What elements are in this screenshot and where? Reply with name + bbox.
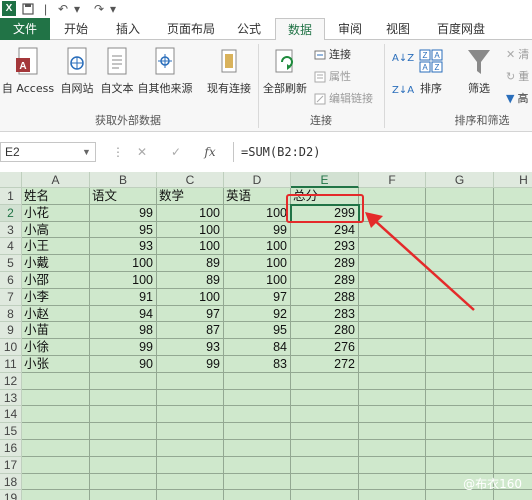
reapply-icon: ↻ [506,70,516,83]
clear-filter-button[interactable]: ✕ 清 [506,46,529,64]
separator-icon: | [44,2,48,16]
name-box-dropdown-icon[interactable]: ▼ [82,143,91,161]
refresh-all-button[interactable]: 全部刷新 [262,46,308,96]
from-access-button[interactable]: A 自 Access [0,46,56,96]
sort-filter-group-label: 排序和筛选 [454,114,510,127]
sort-ascending-icon[interactable]: A↓Z [392,50,414,68]
tab-page-layout[interactable]: 页面布局 [158,18,224,40]
from-access-label: 自 Access [1,82,55,95]
from-text-button[interactable]: 自文本 [98,46,136,96]
from-other-sources-label: 自其他来源 [137,82,193,95]
group-separator [258,44,259,128]
svg-text:A: A [422,63,428,72]
tab-file[interactable]: 文件 [0,18,50,40]
clear-icon: ✕ [506,48,516,61]
sort-label: 排序 [420,82,442,95]
tab-formulas[interactable]: 公式 [228,18,270,40]
advanced-label: 高 [517,92,529,105]
redo-icon[interactable]: ↷ [94,0,104,18]
refresh-icon [275,49,293,73]
filter-funnel-icon [468,50,490,74]
svg-text:Z: Z [423,51,428,60]
connections-button[interactable]: 连接 [314,46,351,64]
existing-connections-label: 现有连接 [207,82,251,95]
sort-descending-icon[interactable]: Z↓A [392,82,414,100]
redo-dropdown-icon[interactable]: ▾ [110,0,116,18]
advanced-filter-icon: ▼ [506,92,515,105]
properties-label: 属性 [329,70,351,83]
filter-button[interactable]: 筛选 [462,46,496,96]
svg-text:A: A [434,51,440,60]
group-separator [384,44,385,128]
edit-links-label: 编辑链接 [329,92,373,105]
save-icon[interactable] [22,0,34,18]
sort-icon: Z AA Z [419,49,443,73]
from-text-label: 自文本 [100,82,134,95]
reapply-label: 重 [518,70,530,83]
edit-links-icon [314,93,326,105]
connections-group-label: 连接 [310,114,332,127]
ribbon-tabs: 文件 开始 插入 页面布局 公式 数据 审阅 视图 百度网盘 [0,18,532,41]
confirm-formula-icon[interactable]: ✓ [166,142,186,162]
tab-insert[interactable]: 插入 [104,18,152,40]
tab-data[interactable]: 数据 [275,18,325,41]
text-file-icon [107,47,127,75]
annotation-arrow-icon [365,212,475,311]
advanced-filter-button[interactable]: ▼ 高 [506,90,528,108]
other-sources-icon [155,47,175,75]
reapply-filter-button[interactable]: ↻ 重 [506,68,529,86]
filter-label: 筛选 [468,82,490,95]
tab-home[interactable]: 开始 [54,18,98,40]
properties-button[interactable]: 属性 [314,68,351,86]
annotation-arrow-shaft [372,218,475,311]
web-icon [67,47,87,75]
refresh-all-label: 全部刷新 [263,82,307,95]
edit-links-button[interactable]: 编辑链接 [314,90,373,108]
formula-bar: E2 ▼ ⋮ ✕ ✓ fx =SUM(B2:D2) [0,132,532,172]
existing-connections-button[interactable]: 现有连接 [204,46,254,96]
undo-icon[interactable]: ↶ [58,0,68,18]
formula-input[interactable]: =SUM(B2:D2) [233,142,532,162]
tab-baidu-netdisk[interactable]: 百度网盘 [428,18,494,40]
title-bar: X | ↶ ▾ ↷ ▾ [0,0,532,18]
connection-icon [314,50,326,60]
existing-connections-icon [221,49,237,73]
svg-text:Z: Z [435,63,440,72]
sort-button[interactable]: ZAAZ 排序 [414,46,448,96]
tab-review[interactable]: 审阅 [330,18,370,40]
tab-view[interactable]: 视图 [378,18,418,40]
spreadsheet-grid[interactable]: A B C D E F G H 1 2 3 4 5 6 7 8 9 10 11 12 13 14 15 16 17 18 19 姓名语… [0,172,532,500]
from-other-sources-button[interactable]: 自其他来源 [136,46,194,96]
get-external-data-group-label: 获取外部数据 [95,114,161,127]
formula-bar-grip-icon: ⋮ [112,145,124,159]
from-web-label: 自网站 [60,82,94,95]
clear-label: 清 [518,48,530,61]
connections-label: 连接 [329,48,351,61]
access-icon: A [16,47,38,75]
excel-logo-icon: X [2,1,16,16]
ribbon-panel: A 自 Access 自网站 自文本 自其他来源 现有连接 获取外部数据 全部刷… [0,40,532,132]
undo-dropdown-icon[interactable]: ▾ [74,0,80,18]
cancel-formula-icon[interactable]: ✕ [132,142,152,162]
properties-icon [314,71,326,83]
svg-text:A: A [19,61,26,72]
insert-function-icon[interactable]: fx [200,142,220,162]
from-web-button[interactable]: 自网站 [58,46,96,96]
watermark-text: @布衣160 [463,477,522,491]
